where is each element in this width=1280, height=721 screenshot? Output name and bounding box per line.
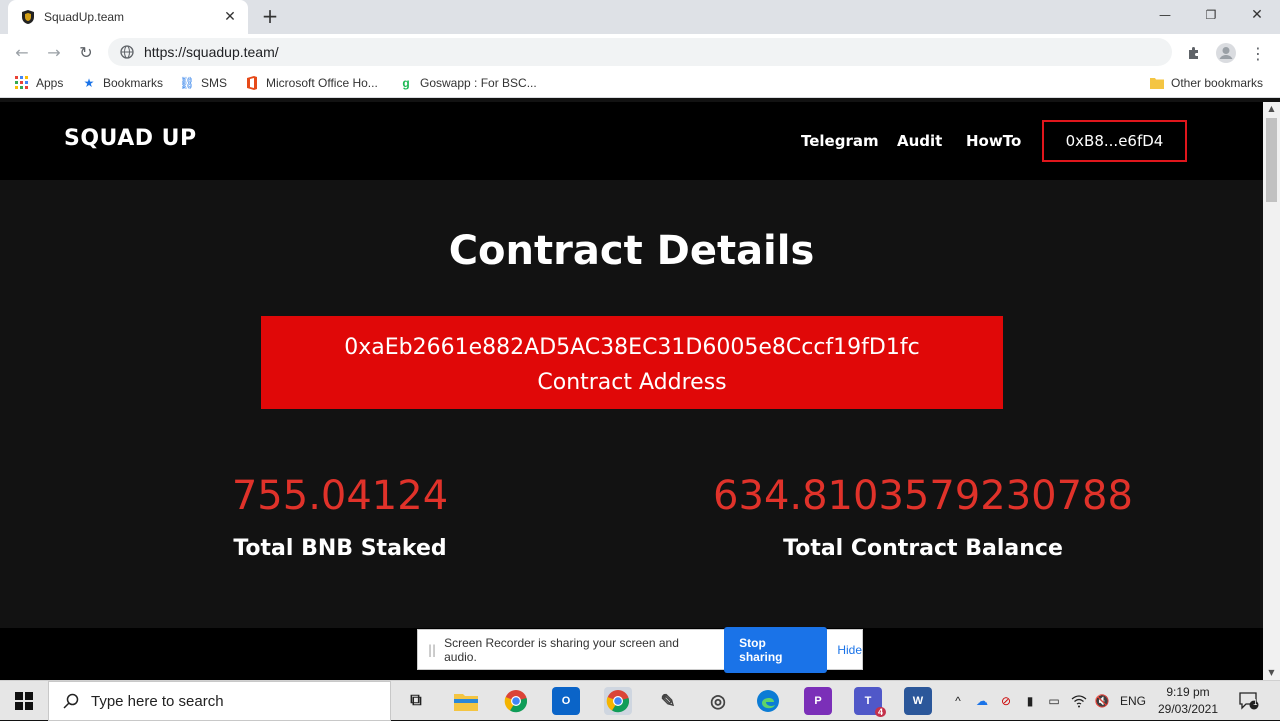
clock-date: 29/03/2021 xyxy=(1157,702,1219,716)
screen-recorder-banner: || Screen Recorder is sharing your scree… xyxy=(417,626,863,673)
nav-howto[interactable]: HowTo xyxy=(966,132,1021,150)
stat-value: 634.8103579230788 xyxy=(713,473,1133,519)
extensions-puzzle-icon[interactable] xyxy=(1183,42,1205,64)
search-icon xyxy=(63,693,79,709)
stat-total-bnb-staked: 755.04124 Total BNB Staked xyxy=(60,470,620,561)
chrome-icon[interactable] xyxy=(502,687,530,715)
page-title: Contract Details xyxy=(448,228,815,274)
office-icon xyxy=(245,76,259,90)
address-url: https://squadup.team/ xyxy=(144,44,279,60)
stat-label: Total Contract Balance xyxy=(783,536,1063,561)
scroll-up-icon[interactable]: ▲ xyxy=(1263,102,1280,116)
bookmark-microsoft-office[interactable]: Microsoft Office Ho... xyxy=(245,76,378,90)
tab-title: SquadUp.team xyxy=(44,10,125,24)
apps-grid-icon xyxy=(15,76,29,90)
hide-button[interactable]: Hide xyxy=(837,643,862,657)
new-tab-button[interactable]: + xyxy=(259,5,281,27)
profile-avatar-icon[interactable] xyxy=(1215,42,1237,64)
restore-icon[interactable]: ❐ xyxy=(1188,0,1234,30)
notification-center-icon[interactable]: 1 xyxy=(1234,681,1264,721)
browser-toolbar: ← → ↻ https://squadup.team/ ⋮ xyxy=(0,34,1280,70)
sms-icon: ⛓ xyxy=(179,76,195,90)
tab-strip: SquadUp.team ✕ + — ❐ ✕ xyxy=(0,0,1280,34)
address-bar[interactable]: https://squadup.team/ xyxy=(108,38,1172,66)
goswapp-icon: g xyxy=(402,76,410,90)
forward-arrow-icon[interactable]: → xyxy=(42,40,66,64)
outlook-icon[interactable]: O xyxy=(552,687,580,715)
window-close-icon[interactable]: ✕ xyxy=(1234,0,1280,30)
screen-recorder-icon[interactable]: ◎ xyxy=(704,687,732,715)
site-logo[interactable]: SQUAD UP xyxy=(64,126,197,151)
bookmark-sms[interactable]: ⛓ SMS xyxy=(179,76,227,90)
stat-total-contract-balance: 634.8103579230788 Total Contract Balance xyxy=(643,470,1203,561)
menu-kebab-icon[interactable]: ⋮ xyxy=(1247,42,1269,64)
tab-close-icon[interactable]: ✕ xyxy=(218,9,242,25)
teams-badge: 4 xyxy=(874,707,886,717)
onedrive-cloud-icon[interactable]: ☁ xyxy=(972,681,992,721)
squadup-favicon-icon xyxy=(22,10,34,24)
pdf-app-icon[interactable]: P xyxy=(804,687,832,715)
clock-time: 9:19 pm xyxy=(1166,685,1210,699)
contract-address-label: Contract Address xyxy=(537,370,727,395)
contract-address-box[interactable]: 0xaEb2661e882AD5AC38EC31D6005e8Cccf19fD1… xyxy=(261,316,1003,409)
file-explorer-icon[interactable] xyxy=(452,687,480,715)
bookmarks-bar: Apps ★ Bookmarks ⛓ SMS Microsoft Office … xyxy=(0,70,1280,98)
reload-icon[interactable]: ↻ xyxy=(74,40,98,64)
browser-tab[interactable]: SquadUp.team ✕ xyxy=(8,0,248,34)
globe-icon xyxy=(120,45,134,59)
minimize-icon[interactable]: — xyxy=(1142,0,1188,30)
teams-icon[interactable]: T 4 xyxy=(854,687,886,717)
tray-overflow-icon[interactable]: ^ xyxy=(950,681,966,721)
taskbar-clock[interactable]: 9:19 pm 29/03/2021 xyxy=(1148,684,1228,718)
device-icon[interactable]: ▮ xyxy=(1020,681,1040,721)
wifi-icon[interactable] xyxy=(1068,681,1090,721)
other-bookmarks[interactable]: Other bookmarks xyxy=(1150,76,1263,90)
web-page: SQUAD UP Telegram Audit HowTo 0xB8...e6f… xyxy=(0,102,1263,680)
stat-value: 755.04124 xyxy=(231,473,449,519)
drag-handle-icon[interactable]: || xyxy=(428,643,436,657)
bookmark-bookmarks[interactable]: ★ Bookmarks xyxy=(82,76,163,90)
bookmark-apps[interactable]: Apps xyxy=(15,76,63,90)
language-indicator[interactable]: ENG xyxy=(1116,681,1150,721)
contract-address-value: 0xaEb2661e882AD5AC38EC31D6005e8Cccf19fD1… xyxy=(344,335,920,360)
paint-icon[interactable]: ✎ xyxy=(654,687,682,715)
scrollbar-thumb[interactable] xyxy=(1266,118,1277,202)
notification-count: 1 xyxy=(1253,698,1258,707)
windows-start-icon[interactable] xyxy=(0,681,48,721)
back-arrow-icon[interactable]: ← xyxy=(10,40,34,64)
word-icon[interactable]: W xyxy=(904,687,932,715)
folder-icon xyxy=(1150,76,1164,90)
search-placeholder: Type here to search xyxy=(91,692,224,710)
bookmark-goswapp[interactable]: g Goswapp : For BSC... xyxy=(399,76,536,90)
wallet-address-button[interactable]: 0xB8...e6fD4 xyxy=(1042,120,1187,162)
edge-icon[interactable] xyxy=(754,687,782,715)
recorder-message: Screen Recorder is sharing your screen a… xyxy=(444,635,679,664)
volume-muted-icon[interactable]: 🔇 xyxy=(1092,681,1112,721)
battery-icon[interactable]: ▭ xyxy=(1044,681,1064,721)
task-view-icon[interactable]: ⧉ xyxy=(402,687,430,715)
star-icon: ★ xyxy=(83,76,95,90)
windows-taskbar: Type here to search ⧉ O ✎ ◎ P T 4 W ^ ☁ … xyxy=(0,680,1280,721)
scroll-down-icon[interactable]: ▼ xyxy=(1263,666,1280,680)
taskbar-search-box[interactable]: Type here to search xyxy=(48,681,391,721)
site-navbar: SQUAD UP Telegram Audit HowTo 0xB8...e6f… xyxy=(0,102,1263,180)
nav-audit[interactable]: Audit xyxy=(897,132,942,150)
nav-telegram[interactable]: Telegram xyxy=(801,132,879,150)
chrome-active-icon[interactable] xyxy=(604,687,632,715)
stat-label: Total BNB Staked xyxy=(233,536,447,561)
stop-sharing-button[interactable]: Stop sharing xyxy=(724,626,828,673)
page-scrollbar[interactable]: ▲ ▼ xyxy=(1263,102,1280,680)
antivirus-icon[interactable]: ⊘ xyxy=(996,681,1016,721)
